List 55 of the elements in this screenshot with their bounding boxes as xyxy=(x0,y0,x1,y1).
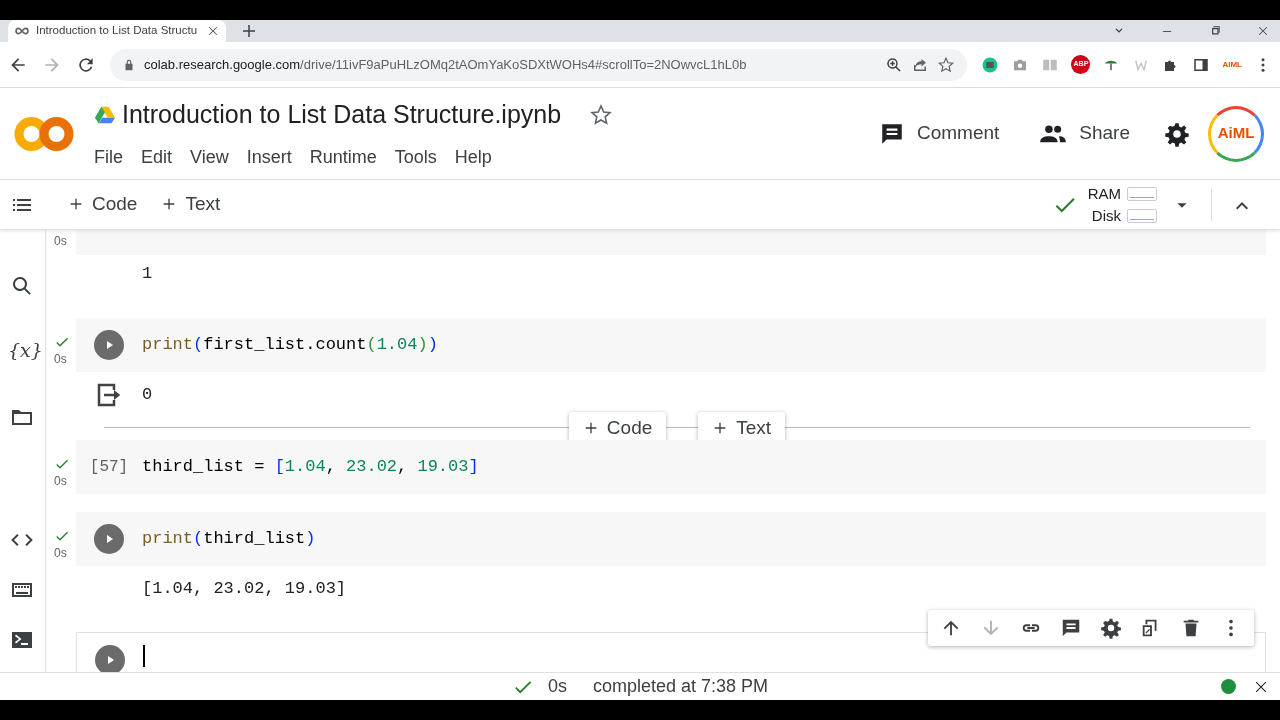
url-path: /drive/11ivF9aPuHLzOMq2tAOmYaKoSDXtWOHs4#scrollTo=2NOwvcL1hL0b xyxy=(300,56,747,72)
output-text: 1 xyxy=(142,263,153,285)
search-icon[interactable] xyxy=(10,274,34,298)
star-icon[interactable] xyxy=(589,103,614,127)
drive-icon xyxy=(94,104,116,126)
execution-time: 0s xyxy=(547,675,567,698)
menu-item[interactable]: Edit xyxy=(141,146,173,167)
run-button[interactable] xyxy=(95,645,125,672)
new-tab-icon[interactable] xyxy=(240,22,258,40)
zoom-icon[interactable] xyxy=(885,55,904,74)
close-icon[interactable] xyxy=(206,24,220,38)
output-text: [1.04, 23.02, 19.03] xyxy=(142,578,347,601)
code-cell[interactable]: print(first_list.count(1.04)) xyxy=(76,318,1266,372)
usage-meter xyxy=(1127,208,1157,223)
code-cell[interactable] xyxy=(76,632,1266,672)
status-message: completed at 7:38 PM xyxy=(592,675,769,698)
notebook-title[interactable]: Introduction to List Data Structure.ipynb xyxy=(122,96,562,134)
menu-item[interactable]: Runtime xyxy=(309,146,377,167)
execution-time: 0s xyxy=(54,233,68,250)
ram-label: RAM xyxy=(1087,183,1121,204)
url-host: colab.research.google.com xyxy=(144,56,301,72)
menu-item[interactable]: File xyxy=(94,146,123,167)
code-cell[interactable] xyxy=(76,230,1266,255)
share-button[interactable]: Share xyxy=(1039,119,1130,148)
address-field[interactable]: colab.research.google.com/drive/11ivF9aPuHLzOMq2tAOmYaKoSDXtWOHs4#scrollTo=2NOwvcL1hL0b xyxy=(110,48,968,81)
execution-time: 0s xyxy=(54,351,68,368)
menu-item[interactable]: Tools xyxy=(394,146,437,167)
settings-icon[interactable] xyxy=(1100,617,1122,639)
star-icon[interactable] xyxy=(937,55,956,74)
disk-label: Disk xyxy=(1091,205,1121,226)
variables-tab[interactable]: {x} xyxy=(8,336,43,365)
output-text: 0 xyxy=(142,384,153,407)
extension-label[interactable]: AIML xyxy=(1222,58,1242,71)
code-cell[interactable]: print(third_list) xyxy=(76,512,1266,566)
avatar[interactable]: AiML xyxy=(1208,105,1264,162)
add-code-button[interactable]: Code xyxy=(62,186,144,223)
run-button[interactable] xyxy=(94,330,124,360)
menu-item[interactable]: Help xyxy=(454,146,492,167)
execution-time: 0s xyxy=(54,545,68,562)
settings-icon[interactable] xyxy=(1164,120,1190,147)
extension-icon[interactable] xyxy=(981,55,1000,74)
code-line[interactable]: third_list = [1.04, 23.02, 19.03] xyxy=(142,454,479,480)
add-text-button[interactable]: Text xyxy=(155,186,227,223)
menu-item[interactable]: View xyxy=(190,146,229,167)
code-line[interactable]: print(third_list) xyxy=(142,526,316,552)
tab-title: Introduction to List Data Structu xyxy=(36,23,199,39)
run-button[interactable] xyxy=(94,524,124,554)
code-line[interactable]: print(first_list.count(1.04)) xyxy=(142,332,438,358)
menu-item[interactable]: Insert xyxy=(246,146,292,167)
execution-count: [57] xyxy=(89,457,129,478)
browser-tab[interactable]: Introduction to List Data Structu xyxy=(8,20,226,42)
execution-time: 0s xyxy=(54,473,68,490)
comment-button[interactable]: Comment xyxy=(878,119,1000,148)
code-cell[interactable]: [57] third_list = [1.04, 23.02, 19.03] xyxy=(76,440,1266,494)
usage-meter xyxy=(1127,186,1157,201)
